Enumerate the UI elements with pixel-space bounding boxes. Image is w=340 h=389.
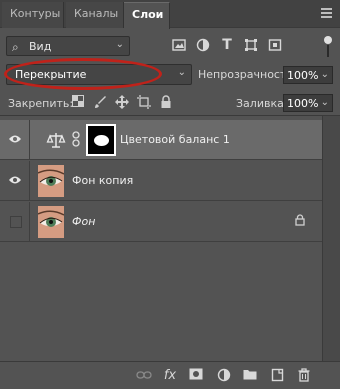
adjustment-filter-icon[interactable]	[196, 38, 210, 52]
lock-position-icon[interactable]	[115, 95, 129, 109]
pixel-filter-icon[interactable]	[172, 38, 186, 52]
layer-thumbnail-eye-photo[interactable]	[38, 165, 64, 197]
lock-all-icon[interactable]	[159, 95, 173, 109]
lock-label: Закрепить:	[8, 97, 74, 110]
layer-filter-select[interactable]: ⌕ Вид ⌄	[6, 36, 130, 56]
layer-thumbnail-eye-photo[interactable]	[38, 206, 64, 238]
chevron-down-icon: ⌄	[115, 39, 124, 50]
type-filter-icon[interactable]: T	[220, 38, 234, 52]
layer-name[interactable]: Фон	[72, 215, 95, 228]
opacity-value: 100%	[287, 69, 319, 82]
link-layers-icon[interactable]	[136, 368, 152, 384]
chevron-down-icon: ⌄	[177, 67, 186, 78]
layer-visibility-toggle[interactable]	[0, 202, 30, 242]
layers-list: Цветовой баланс 1 Фон копия Фон	[0, 116, 340, 361]
panel-tab-bar: Контуры Каналы Слои	[0, 0, 340, 29]
eye-icon	[8, 133, 22, 148]
layer-visibility-toggle[interactable]	[0, 120, 30, 160]
layer-mask-thumbnail[interactable]	[86, 124, 116, 156]
filter-label: Вид	[29, 40, 52, 53]
tab-layers[interactable]: Слои	[124, 2, 170, 29]
opacity-label: Непрозрачность:	[198, 68, 297, 81]
tab-channels[interactable]: Каналы	[66, 2, 124, 28]
add-mask-icon[interactable]	[188, 368, 204, 384]
tab-paths[interactable]: Контуры	[2, 2, 64, 28]
layer-name[interactable]: Цветовой баланс 1	[120, 133, 230, 146]
fill-input[interactable]: 100% ⌄	[283, 94, 333, 112]
search-icon: ⌕	[12, 40, 19, 54]
red-highlight-ellipse	[4, 58, 162, 90]
layer-style-fx-icon[interactable]: fx	[162, 368, 178, 384]
layers-scrollbar[interactable]	[322, 116, 340, 361]
color-balance-adjustment-icon[interactable]	[46, 130, 66, 150]
lock-icon	[295, 214, 305, 229]
opacity-input[interactable]: 100% ⌄	[283, 66, 333, 84]
fill-label: Заливка:	[236, 97, 288, 110]
layer-row-color-balance[interactable]: Цветовой баланс 1	[0, 120, 322, 160]
layer-visibility-toggle[interactable]	[0, 161, 30, 201]
new-group-folder-icon[interactable]	[242, 368, 258, 384]
layer-row-background-copy[interactable]: Фон копия	[0, 161, 322, 201]
adjustment-layer-icon[interactable]	[216, 368, 232, 384]
hidden-visibility-box	[10, 216, 22, 228]
lock-transparent-pixels-icon[interactable]	[71, 95, 85, 109]
eye-icon	[8, 174, 22, 189]
chevron-down-icon: ⌄	[320, 69, 329, 80]
panel-menu-icon[interactable]	[321, 8, 332, 18]
lock-artboard-icon[interactable]	[137, 95, 151, 109]
layers-panel: Контуры Каналы Слои ⌕ Вид ⌄ T Перекрытие…	[0, 0, 340, 389]
filter-toggle-switch[interactable]	[322, 34, 334, 58]
link-icon[interactable]	[72, 131, 80, 150]
delete-layer-trash-icon[interactable]	[296, 368, 312, 384]
shape-filter-icon[interactable]	[244, 38, 258, 52]
layer-name[interactable]: Фон копия	[72, 174, 133, 187]
lock-image-pixels-icon[interactable]	[93, 95, 107, 109]
chevron-down-icon: ⌄	[320, 97, 329, 108]
fill-value: 100%	[287, 97, 319, 110]
new-layer-icon[interactable]	[270, 368, 286, 384]
layers-bottom-toolbar: fx	[0, 361, 340, 389]
layer-row-background[interactable]: Фон	[0, 202, 322, 242]
smart-object-filter-icon[interactable]	[268, 38, 282, 52]
